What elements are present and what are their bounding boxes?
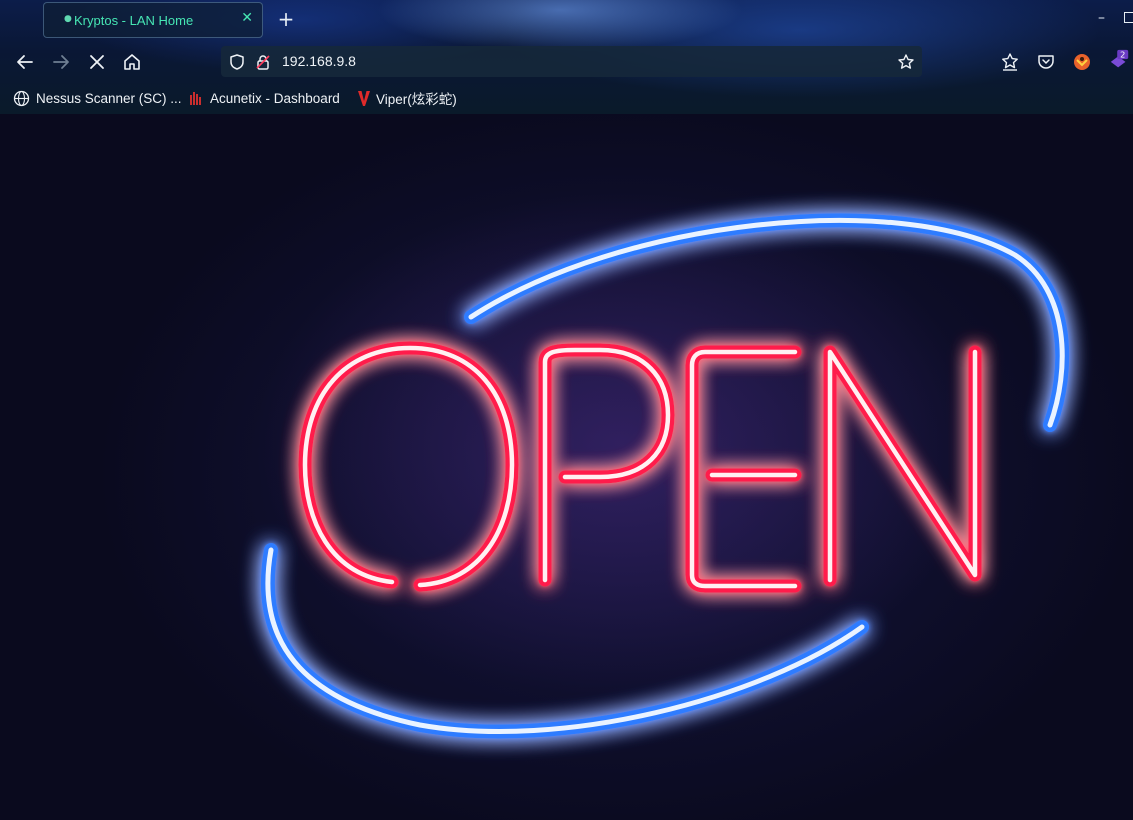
new-tab-button[interactable]: + (276, 7, 296, 31)
globe-icon (13, 90, 30, 106)
loading-indicator-icon: ● (64, 14, 72, 24)
insecure-lock-icon[interactable] (254, 53, 272, 71)
browser-tab[interactable]: ● Kryptos - LAN Home ✕ (43, 2, 263, 38)
bookmark-nessus[interactable]: Nessus Scanner (SC) ... (13, 89, 182, 107)
neon-open-sign-image (260, 213, 1070, 739)
extension-foxy-icon[interactable] (1071, 51, 1093, 73)
back-arrow-icon[interactable] (14, 51, 36, 73)
tracking-protection-shield-icon[interactable] (228, 53, 246, 71)
browser-chrome: ● Kryptos - LAN Home ✕ + – 192.168.9.8 2… (0, 0, 1133, 114)
extension-badge-icon[interactable]: 2 (1106, 49, 1133, 71)
viper-icon (358, 91, 370, 106)
bookmark-star-icon[interactable] (897, 53, 915, 71)
close-tab-icon[interactable]: ✕ (241, 10, 253, 26)
neon-open-letters (298, 341, 982, 593)
navigation-toolbar: 192.168.9.8 2 (0, 42, 1133, 82)
pocket-icon[interactable] (1035, 51, 1057, 73)
saved-to-library-icon[interactable] (999, 51, 1021, 73)
letter-o (298, 341, 519, 592)
tab-strip: ● Kryptos - LAN Home ✕ + – (0, 0, 1133, 42)
maximize-window-button[interactable] (1124, 12, 1133, 23)
forward-arrow-icon[interactable] (50, 51, 72, 73)
bookmark-viper[interactable]: Viper(炫彩蛇) (357, 89, 457, 107)
page-content (0, 114, 1133, 820)
bookmark-acunetix[interactable]: Acunetix - Dashboard (188, 89, 340, 107)
url-text: 192.168.9.8 (282, 53, 356, 69)
bookmark-label: Acunetix - Dashboard (210, 90, 340, 106)
address-bar[interactable]: 192.168.9.8 (221, 46, 922, 77)
home-icon[interactable] (121, 51, 143, 73)
bookmark-label: Nessus Scanner (SC) ... (36, 90, 182, 106)
letter-p (538, 343, 675, 587)
bookmarks-toolbar: Nessus Scanner (SC) ... Acunetix - Dashb… (0, 82, 1133, 114)
acunetix-icon (190, 92, 201, 105)
letter-e (685, 345, 802, 593)
tab-title: Kryptos - LAN Home (74, 13, 194, 28)
minimize-window-button[interactable]: – (1098, 10, 1105, 26)
bookmark-label: Viper(炫彩蛇) (376, 92, 457, 107)
extension-badge-count: 2 (1120, 50, 1125, 60)
stop-loading-icon[interactable] (86, 51, 108, 73)
